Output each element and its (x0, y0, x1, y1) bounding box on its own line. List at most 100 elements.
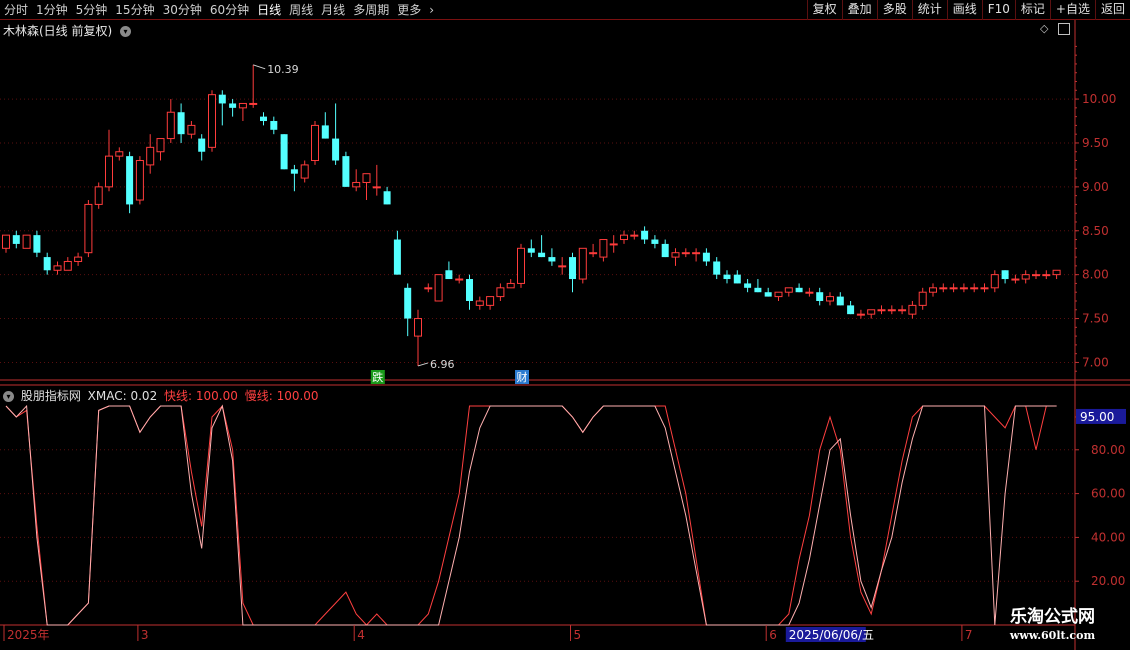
candle (126, 151, 134, 214)
candle-body (764, 292, 772, 297)
candle-body (784, 287, 793, 293)
candle (475, 296, 484, 310)
candle (105, 129, 113, 192)
candle (486, 296, 495, 310)
toolbar-button-5[interactable]: F10 (981, 0, 1015, 20)
candle-body (733, 274, 741, 284)
candle (517, 243, 525, 288)
x-tick-label: 4 (357, 628, 365, 642)
candle (238, 102, 247, 122)
candle-body (290, 169, 298, 174)
period-tab-4[interactable]: 30分钟 (159, 0, 206, 20)
more-arrow-icon[interactable]: › (425, 0, 438, 20)
period-tab-0[interactable]: 分时 (0, 0, 32, 20)
candle-body (270, 121, 278, 130)
candle-body (548, 257, 556, 262)
candle (569, 252, 576, 293)
candle (918, 287, 927, 310)
watermark-title: 乐淘公式网 (1010, 607, 1095, 627)
candle (63, 257, 72, 271)
dropdown-circle-icon[interactable]: ▾ (120, 26, 132, 37)
toolbar-button-7[interactable]: +自选 (1049, 0, 1095, 20)
toolbar-button-8[interactable]: 返回 (1094, 0, 1130, 20)
price-panel-title[interactable]: 木林森(日线 前复权) ▾ (3, 22, 134, 39)
watermark: 乐淘公式网 www.60lt.com (985, 606, 1120, 648)
candle (651, 235, 659, 249)
diamond-icon[interactable]: ◇ (1040, 22, 1048, 35)
indicator-tick-label: 80.00 (1091, 443, 1125, 457)
candle-body (847, 305, 855, 315)
candle-body (177, 112, 185, 135)
indicator-panel-title[interactable]: ▾ 股朋指标网 XMAC: 0.02 快线: 100.00 慢线: 100.00 (3, 387, 319, 404)
x-tick-label: 3 (141, 628, 149, 642)
panel-icons[interactable]: ◇ (1040, 22, 1070, 35)
indicator-dropdown-icon[interactable]: ▾ (3, 391, 14, 402)
candle-body (33, 235, 41, 253)
period-tab-1[interactable]: 1分钟 (32, 0, 72, 20)
candle (887, 305, 896, 315)
period-tab-9[interactable]: 多周期 (349, 0, 393, 20)
candle-body (208, 94, 216, 148)
period-tab-3[interactable]: 15分钟 (111, 0, 158, 20)
event-badge: 跌 (370, 370, 385, 384)
candle-body (959, 287, 968, 290)
candle (620, 230, 628, 244)
candle-body (980, 287, 989, 290)
chart-area[interactable]: 7.00 7.50 8.00 8.50 9.00 9.50 10.00 10.39 6.96 跌 财… (0, 20, 1130, 650)
candle-body (1011, 278, 1020, 281)
candle (877, 305, 886, 315)
toolbar-button-3[interactable]: 统计 (911, 0, 947, 20)
candle-body (774, 291, 783, 298)
candle-body (681, 252, 690, 255)
candle-body (126, 156, 134, 205)
candle-body (990, 274, 999, 289)
toolbar-button-2[interactable]: 多股 (876, 0, 912, 20)
period-tab-2[interactable]: 5分钟 (72, 0, 112, 20)
period-tab-6[interactable]: 日线 (253, 0, 285, 20)
toolbar-button-4[interactable]: 画线 (946, 0, 982, 20)
period-tab-10[interactable]: 更多 (393, 0, 425, 20)
period-tab-7[interactable]: 周线 (285, 0, 317, 20)
indicator-tick-label: 40.00 (1091, 530, 1125, 544)
candle-body (156, 138, 165, 153)
candle (53, 261, 62, 275)
candle (404, 283, 412, 337)
candle-body (300, 164, 309, 179)
candle-body (94, 186, 103, 205)
toolbar-button-0[interactable]: 复权 (806, 0, 842, 20)
candle (352, 169, 361, 192)
panel-toggle-icon[interactable] (1057, 23, 1070, 35)
candle-body (1042, 274, 1051, 277)
toolbar-button-6[interactable]: 标记 (1014, 0, 1050, 20)
candle (1042, 270, 1051, 280)
candle (156, 138, 165, 161)
candle (795, 283, 803, 293)
candle (764, 287, 772, 297)
toolbar-button-1[interactable]: 叠加 (841, 0, 877, 20)
candle-body (918, 291, 927, 306)
candle (135, 156, 144, 205)
candle (94, 182, 103, 209)
indicator-tick-label: 20.00 (1091, 574, 1125, 588)
candle-body (43, 257, 51, 271)
candle-body (805, 291, 814, 294)
candle (84, 200, 93, 258)
candle (959, 283, 968, 293)
candle-body (187, 124, 196, 135)
candle (496, 283, 505, 301)
candle-body (908, 304, 917, 315)
price-tick-label: 10.00 (1082, 92, 1116, 106)
candle (270, 116, 278, 135)
candle (713, 257, 721, 280)
candle-body (641, 230, 649, 240)
candle-body (198, 138, 206, 152)
candle-body (949, 287, 958, 290)
period-tab-8[interactable]: 月线 (317, 0, 349, 20)
candle (929, 283, 937, 297)
candle (692, 248, 701, 262)
candle-body (53, 265, 62, 271)
candle-body (321, 125, 329, 139)
candle (908, 300, 917, 319)
period-tab-5[interactable]: 60分钟 (206, 0, 253, 20)
candle (990, 270, 999, 293)
